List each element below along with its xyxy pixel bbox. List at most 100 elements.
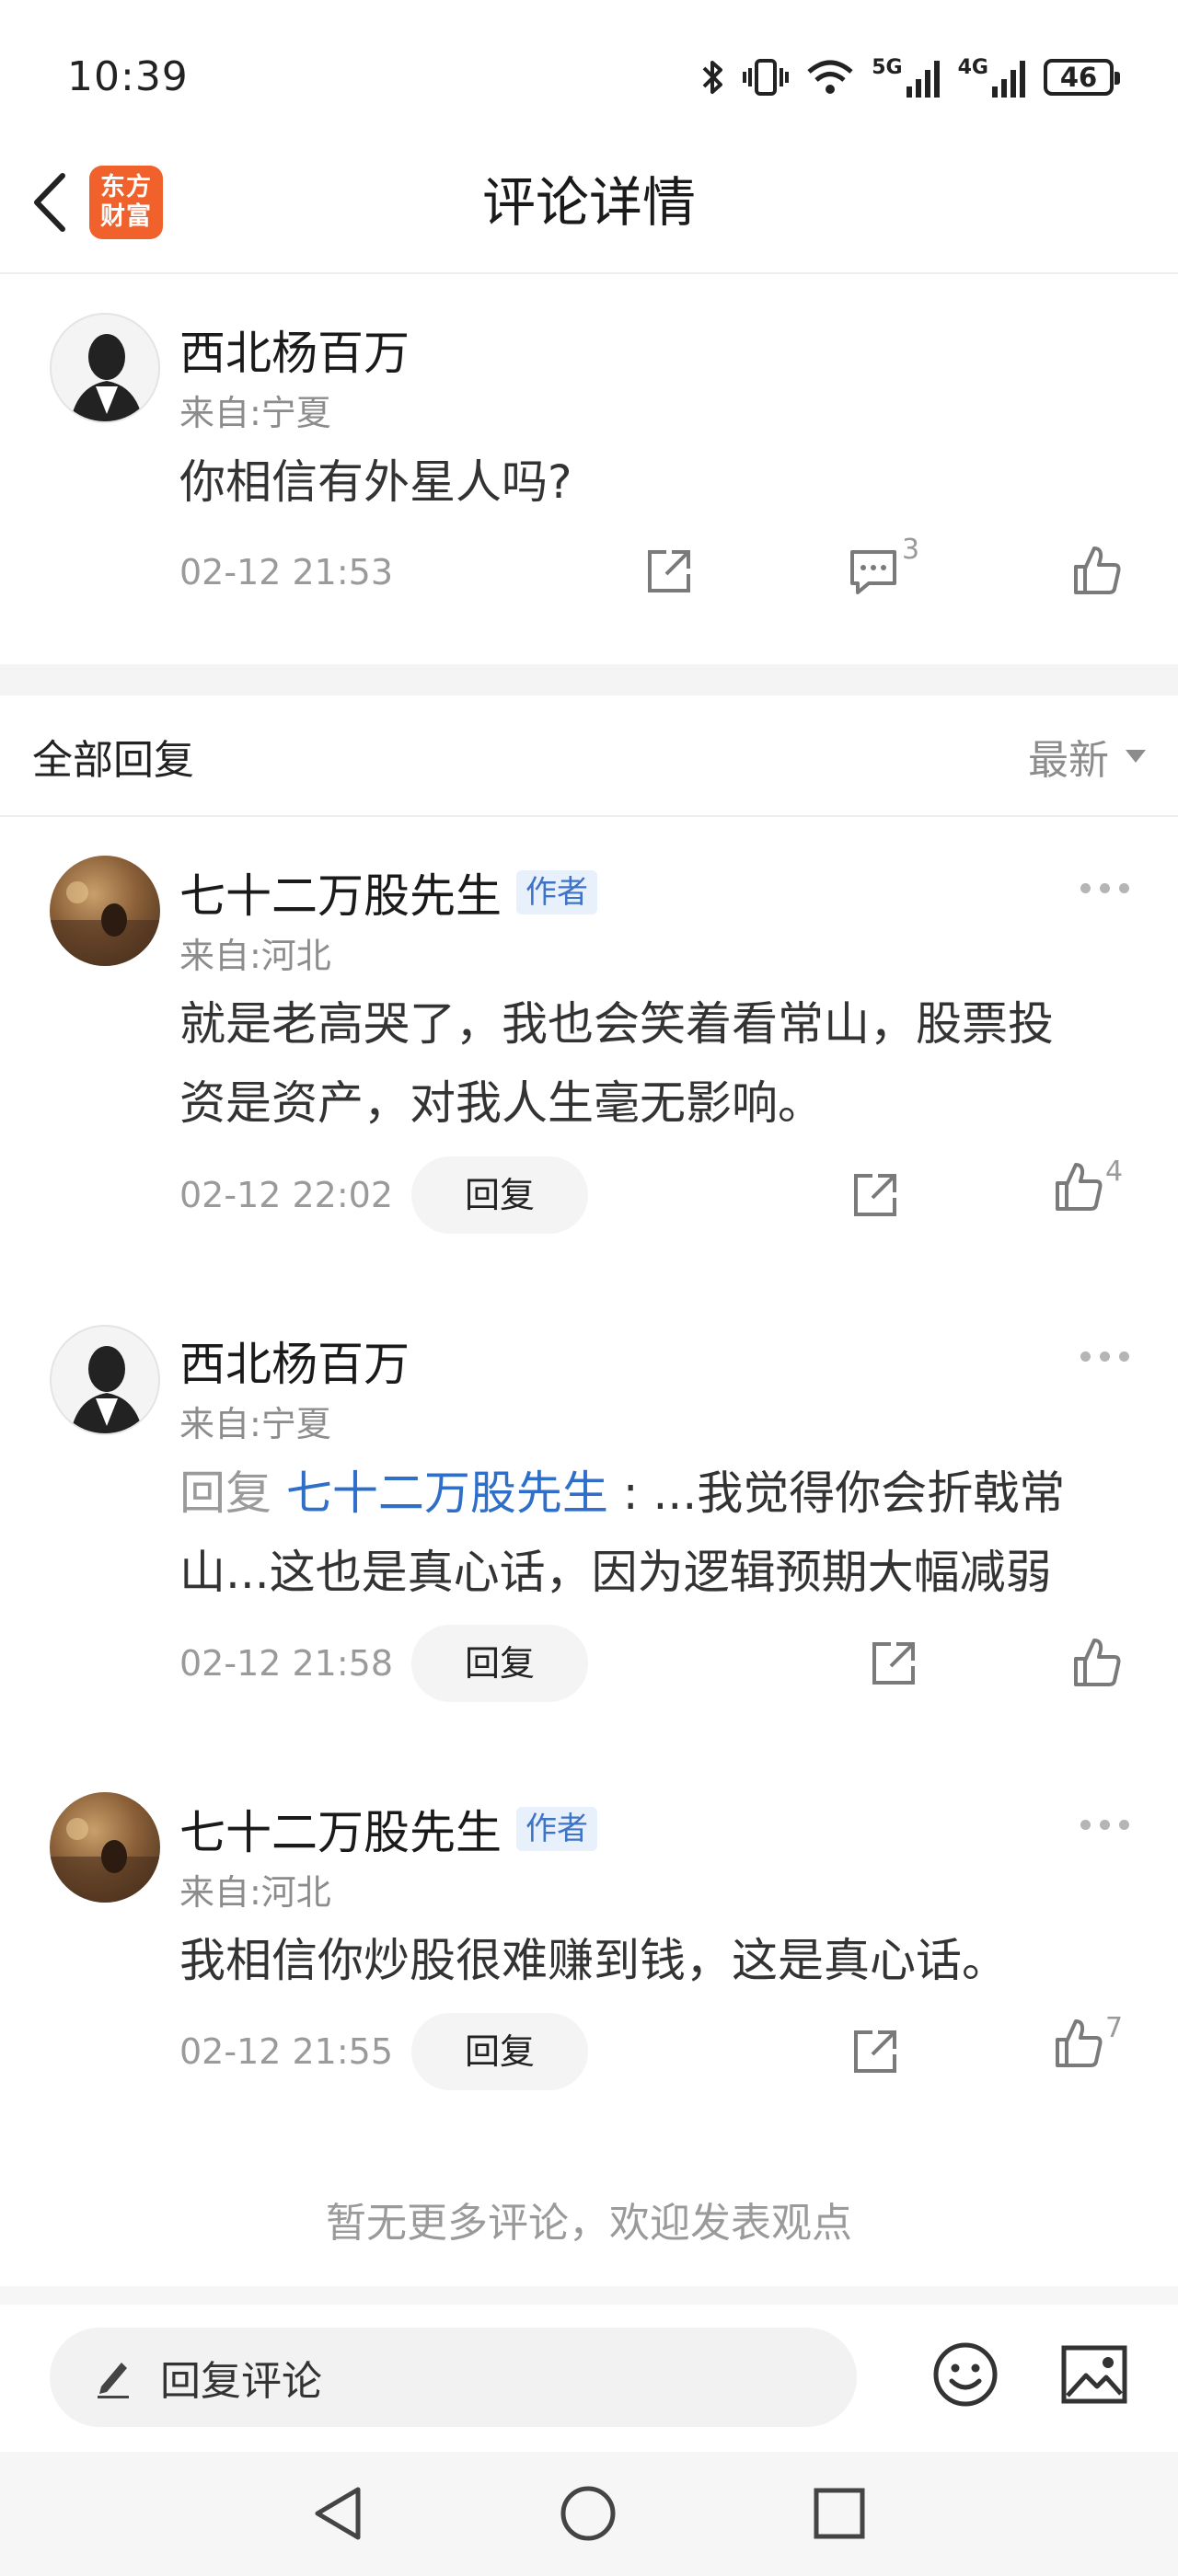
avatar[interactable] bbox=[50, 313, 160, 423]
reply-comment-input[interactable]: 回复评论 bbox=[50, 2328, 857, 2427]
more-button[interactable] bbox=[1080, 1820, 1129, 1830]
back-button[interactable] bbox=[22, 166, 77, 239]
reply-text: 就是老高哭了，我也会笑着看常山，股票投 资是资产，对我人生毫无影响。 bbox=[179, 984, 1054, 1143]
section-gap bbox=[0, 664, 1178, 696]
network-4g-label: 4G bbox=[957, 55, 988, 79]
share-icon bbox=[648, 550, 690, 592]
edit-icon bbox=[98, 2363, 129, 2398]
more-icon-dot bbox=[1100, 883, 1110, 893]
like-count: 7 bbox=[1105, 2012, 1124, 2044]
avatar-image bbox=[70, 1346, 144, 1433]
image-icon bbox=[1061, 2345, 1127, 2404]
avatar-image bbox=[50, 881, 160, 966]
avatar[interactable] bbox=[50, 1792, 160, 1903]
reply-username[interactable]: 七十二万股先生 bbox=[179, 1796, 502, 1862]
comment-text: 你相信有外星人吗? bbox=[179, 455, 572, 509]
more-icon bbox=[1080, 1351, 1091, 1362]
reply-timestamp: 02-12 22:02 bbox=[179, 1175, 394, 1215]
share-icon bbox=[854, 1174, 896, 1216]
like-button[interactable]: 4 bbox=[1054, 1156, 1123, 1213]
bluetooth-icon bbox=[702, 61, 723, 94]
reply-header: 七十二万股先生 作者 bbox=[179, 859, 597, 926]
reply-prefix: 回复 bbox=[179, 1466, 286, 1520]
reply-text-line: 资是资产，对我人生毫无影响。 bbox=[179, 1076, 824, 1130]
share-icon bbox=[872, 1642, 915, 1685]
page-title: 评论详情 bbox=[481, 171, 696, 234]
more-button[interactable] bbox=[1080, 1351, 1129, 1362]
status-bar: 10:39 5G 4G 46 bbox=[0, 0, 1178, 152]
comment-username[interactable]: 西北杨百万 bbox=[179, 316, 410, 383]
app-logo-line2: 财富 bbox=[100, 202, 152, 231]
status-icons: 5G 4G 46 bbox=[699, 55, 1120, 99]
sort-dropdown[interactable]: 最新 bbox=[1028, 727, 1146, 786]
vibrate-icon bbox=[743, 59, 790, 96]
share-button[interactable] bbox=[869, 1639, 918, 1692]
emoji-icon bbox=[933, 2342, 998, 2407]
share-button[interactable] bbox=[644, 546, 694, 600]
wifi-icon bbox=[807, 60, 853, 94]
like-icon bbox=[1056, 2019, 1103, 2067]
like-icon bbox=[1074, 546, 1121, 594]
share-button[interactable] bbox=[850, 1170, 900, 1224]
author-badge: 作者 bbox=[516, 870, 597, 914]
reply-text-line: 回复 七十二万股先生 : ...我觉得你会折戟常 bbox=[179, 1454, 1137, 1533]
reply-button[interactable]: 回复 bbox=[411, 1156, 588, 1234]
emoji-button[interactable] bbox=[931, 2340, 999, 2412]
header-divider bbox=[0, 272, 1178, 274]
system-recents-button[interactable] bbox=[812, 2486, 867, 2545]
comment-count: 3 bbox=[902, 534, 920, 566]
more-icon-dot bbox=[1119, 1351, 1129, 1362]
network-5g-label: 5G bbox=[872, 55, 903, 79]
comment-location: 来自:宁夏 bbox=[179, 393, 331, 433]
comment-button[interactable]: 3 bbox=[849, 534, 919, 596]
share-button[interactable] bbox=[850, 2027, 900, 2080]
like-button[interactable] bbox=[1072, 1637, 1122, 1692]
reply-username[interactable]: 西北杨百万 bbox=[179, 1328, 410, 1394]
reply-text-part: : ...我觉得你会折戟常 bbox=[607, 1466, 1066, 1520]
more-icon-dot bbox=[1100, 1820, 1110, 1830]
reply-timestamp: 02-12 21:55 bbox=[179, 2031, 394, 2072]
like-icon bbox=[1056, 1163, 1103, 1211]
system-home-button[interactable] bbox=[559, 2484, 618, 2547]
reply-username[interactable]: 七十二万股先生 bbox=[179, 859, 502, 926]
comment-timestamp: 02-12 21:53 bbox=[179, 552, 394, 592]
share-icon bbox=[854, 2030, 896, 2073]
more-button[interactable] bbox=[1080, 883, 1129, 893]
signal-icon bbox=[906, 60, 940, 98]
like-button[interactable] bbox=[1072, 545, 1122, 600]
comment-icon bbox=[850, 550, 896, 594]
bottom-bar-separator bbox=[0, 2286, 1178, 2305]
avatar-image bbox=[70, 334, 144, 421]
sort-arrow-icon bbox=[1126, 750, 1146, 763]
sort-label: 最新 bbox=[1028, 737, 1109, 784]
like-count: 4 bbox=[1105, 1156, 1124, 1188]
signal-4g: 4G bbox=[958, 56, 1027, 99]
reply-location: 来自:河北 bbox=[179, 1872, 331, 1913]
system-back-button[interactable] bbox=[310, 2484, 365, 2547]
reply-input-placeholder: 回复评论 bbox=[160, 2358, 322, 2405]
like-button[interactable]: 7 bbox=[1054, 2012, 1123, 2069]
reply-button[interactable]: 回复 bbox=[411, 2013, 588, 2090]
battery-icon: 46 bbox=[1044, 59, 1120, 96]
nav-back-icon bbox=[315, 2487, 361, 2540]
nav-home-icon bbox=[560, 2486, 616, 2541]
more-icon-dot bbox=[1119, 883, 1129, 893]
app-logo-line1: 东方 bbox=[100, 173, 152, 201]
like-icon bbox=[1074, 1639, 1121, 1686]
reply-button[interactable]: 回复 bbox=[411, 1625, 588, 1702]
reply-to-user-link[interactable]: 七十二万股先生 bbox=[286, 1466, 608, 1520]
avatar[interactable] bbox=[50, 856, 160, 966]
signal-5g: 5G bbox=[872, 56, 941, 99]
more-icon bbox=[1080, 883, 1091, 893]
reply-text: 我相信你炒股很难赚到钱，这是真心话。 bbox=[179, 1934, 1008, 1987]
reply-text-line: 山...这也是真心话，因为逻辑预期大幅减弱 bbox=[179, 1546, 1052, 1599]
all-replies-title: 全部回复 bbox=[32, 737, 194, 784]
avatar[interactable] bbox=[50, 1325, 160, 1435]
reply-header: 七十二万股先生 作者 bbox=[179, 1796, 597, 1862]
image-button[interactable] bbox=[1060, 2342, 1128, 2410]
more-icon-dot bbox=[1119, 1820, 1129, 1830]
signal-icon bbox=[992, 60, 1025, 98]
author-badge: 作者 bbox=[516, 1807, 597, 1851]
reply-text: 回复 七十二万股先生 : ...我觉得你会折戟常 山...这也是真心话，因为逻辑… bbox=[179, 1454, 1137, 1612]
app-logo[interactable]: 东方 财富 bbox=[89, 166, 163, 239]
